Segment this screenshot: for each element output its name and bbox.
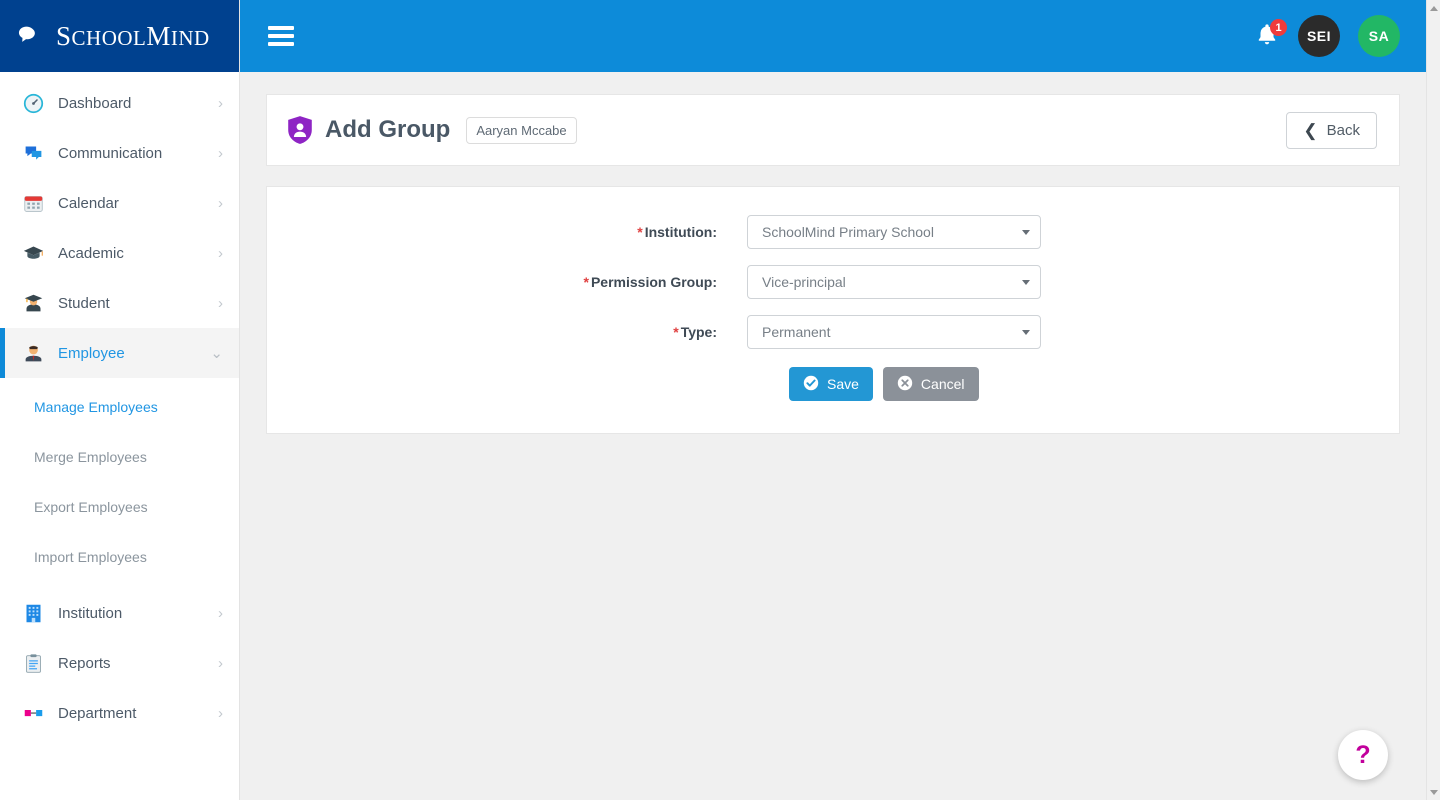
- avatar-sei[interactable]: SEI: [1298, 15, 1340, 57]
- add-group-form-card: * Institution: SchoolMind Primary School …: [266, 186, 1400, 434]
- sidebar-item-label: Calendar: [58, 194, 119, 212]
- required-asterisk: *: [673, 324, 679, 340]
- chevron-left-icon: ❮: [1303, 120, 1318, 140]
- type-label-text: Type:: [680, 324, 717, 340]
- sidebar-item-employee[interactable]: Employee ⌄: [0, 328, 239, 378]
- cloud-speech-icon: [18, 21, 48, 51]
- back-button[interactable]: ❮ Back: [1286, 111, 1377, 149]
- permission-group-label: * Permission Group:: [267, 274, 747, 290]
- calendar-icon: [22, 192, 44, 214]
- chevron-down-icon: [1022, 280, 1030, 285]
- brand-name: SCHOOLMIND: [56, 20, 210, 51]
- permission-group-select-value: Vice-principal: [762, 274, 846, 290]
- notifications-button[interactable]: 1: [1254, 19, 1287, 50]
- sidebar-item-label: Student: [58, 294, 110, 312]
- chevron-right-icon: ›: [218, 144, 223, 162]
- sidebar: SCHOOLMIND Dashboard › Communication › C…: [0, 0, 240, 800]
- question-mark-icon: ?: [1355, 740, 1371, 769]
- sidebar-item-reports[interactable]: Reports ›: [0, 638, 239, 688]
- page-scrollbar[interactable]: [1426, 0, 1440, 800]
- help-button[interactable]: ?: [1338, 730, 1388, 780]
- chevron-right-icon: ›: [218, 194, 223, 212]
- x-circle-icon: [897, 375, 913, 394]
- permission-group-label-text: Permission Group:: [590, 274, 717, 290]
- page-title: Add Group: [325, 116, 451, 143]
- sidebar-nav: Dashboard › Communication › Calendar › A…: [0, 72, 239, 738]
- chevron-down-icon: ⌄: [210, 344, 223, 362]
- main-content: Add Group Aaryan Mccabe ❮ Back * Institut…: [240, 72, 1426, 800]
- cancel-button-label: Cancel: [920, 376, 965, 392]
- dashboard-icon: [22, 92, 44, 114]
- save-button[interactable]: Save: [789, 367, 873, 401]
- brand-logo[interactable]: SCHOOLMIND: [0, 0, 239, 72]
- check-circle-icon: [803, 375, 819, 394]
- shield-user-icon: [287, 115, 313, 145]
- institution-label-text: Institution:: [644, 224, 717, 240]
- permission-group-select[interactable]: Vice-principal: [747, 265, 1041, 299]
- avatar-sa[interactable]: SA: [1358, 15, 1400, 57]
- sidebar-item-label: Reports: [58, 654, 111, 672]
- hamburger-icon[interactable]: [268, 26, 294, 46]
- type-select[interactable]: Permanent: [747, 315, 1041, 349]
- sidebar-item-label: Dashboard: [58, 94, 132, 112]
- academic-icon: [22, 242, 44, 264]
- page-header-card: Add Group Aaryan Mccabe ❮ Back: [266, 94, 1400, 166]
- sidebar-item-label: Employee: [58, 344, 125, 362]
- sidebar-submenu-employee: Manage Employees Merge Employees Export …: [0, 378, 239, 588]
- form-row-institution: * Institution: SchoolMind Primary School: [267, 215, 1399, 249]
- sidebar-item-department[interactable]: Department ›: [0, 688, 239, 738]
- sidebar-item-label: Communication: [58, 144, 163, 162]
- sidebar-subitem-manage-employees[interactable]: Manage Employees: [0, 382, 239, 432]
- chevron-right-icon: ›: [218, 94, 223, 112]
- chevron-down-icon: [1022, 330, 1030, 335]
- type-select-value: Permanent: [762, 324, 831, 340]
- institution-icon: [22, 602, 44, 624]
- institution-select-value: SchoolMind Primary School: [762, 224, 934, 240]
- back-button-label: Back: [1326, 121, 1360, 139]
- chevron-right-icon: ›: [218, 294, 223, 312]
- header-actions: 1 SEI SA: [1254, 15, 1400, 57]
- sidebar-item-calendar[interactable]: Calendar ›: [0, 178, 239, 228]
- form-row-permission-group: * Permission Group: Vice-principal: [267, 265, 1399, 299]
- sidebar-item-label: Department: [58, 704, 137, 722]
- communication-icon: [22, 142, 44, 164]
- sidebar-item-student[interactable]: Student ›: [0, 278, 239, 328]
- required-asterisk: *: [637, 224, 643, 240]
- chevron-down-icon: [1022, 230, 1030, 235]
- chevron-right-icon: ›: [218, 704, 223, 722]
- chevron-right-icon: ›: [218, 654, 223, 672]
- chevron-right-icon: ›: [218, 244, 223, 262]
- sidebar-item-communication[interactable]: Communication ›: [0, 128, 239, 178]
- cancel-button[interactable]: Cancel: [882, 367, 979, 401]
- institution-label: * Institution:: [267, 224, 747, 240]
- sidebar-subitem-import-employees[interactable]: Import Employees: [0, 532, 239, 582]
- sidebar-item-label: Academic: [58, 244, 124, 262]
- sidebar-item-dashboard[interactable]: Dashboard ›: [0, 78, 239, 128]
- sidebar-item-label: Institution: [58, 604, 123, 622]
- scroll-up-arrow-icon[interactable]: [1427, 0, 1440, 16]
- employee-icon: [22, 342, 44, 364]
- institution-select[interactable]: SchoolMind Primary School: [747, 215, 1041, 249]
- form-actions: Save Cancel: [267, 367, 1399, 401]
- sidebar-item-institution[interactable]: Institution ›: [0, 588, 239, 638]
- sidebar-item-academic[interactable]: Academic ›: [0, 228, 239, 278]
- type-label: * Type:: [267, 324, 747, 340]
- scroll-down-arrow-icon[interactable]: [1427, 784, 1440, 800]
- required-asterisk: *: [583, 274, 589, 290]
- department-icon: [22, 702, 44, 724]
- app-root: SCHOOLMIND Dashboard › Communication › C…: [0, 0, 1440, 800]
- sidebar-subitem-export-employees[interactable]: Export Employees: [0, 482, 239, 532]
- sidebar-subitem-merge-employees[interactable]: Merge Employees: [0, 432, 239, 482]
- reports-icon: [22, 652, 44, 674]
- student-icon: [22, 292, 44, 314]
- chevron-right-icon: ›: [218, 604, 223, 622]
- save-button-label: Save: [827, 376, 859, 392]
- form-row-type: * Type: Permanent: [267, 315, 1399, 349]
- employee-name-badge: Aaryan Mccabe: [466, 116, 577, 144]
- notification-count-badge: 1: [1270, 19, 1287, 36]
- top-header: 1 SEI SA: [240, 0, 1426, 72]
